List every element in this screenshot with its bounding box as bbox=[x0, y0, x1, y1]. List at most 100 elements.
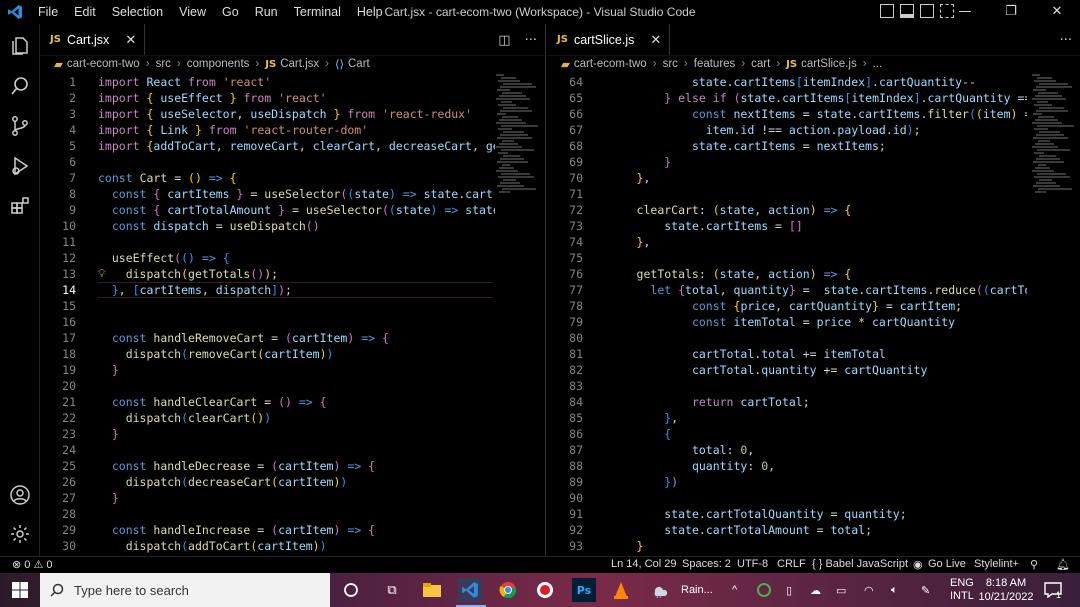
breadcrumb-item[interactable]: cartSlice.js bbox=[801, 58, 857, 70]
close-tab-icon[interactable]: ✕ bbox=[650, 32, 661, 48]
tab-cart-jsx[interactable]: JS Cart.jsx ✕ bbox=[40, 24, 146, 55]
code-line[interactable]: 76 getTotals: (state, action) => { bbox=[547, 266, 1027, 282]
file-explorer-icon[interactable] bbox=[420, 578, 444, 602]
close-window-icon[interactable]: ✕ bbox=[1034, 0, 1080, 24]
menu-help[interactable]: Help bbox=[349, 0, 391, 24]
minimap-left[interactable] bbox=[496, 73, 538, 203]
problems-indicator[interactable]: ⊗ 0 ⚠ 0 bbox=[12, 558, 52, 571]
toggle-sidebar-icon[interactable] bbox=[880, 4, 894, 18]
run-debug-icon[interactable] bbox=[8, 154, 32, 178]
menu-go[interactable]: Go bbox=[214, 0, 247, 24]
breadcrumb-item[interactable]: Cart.jsx bbox=[280, 58, 319, 70]
breadcrumb-item[interactable]: Cart bbox=[348, 58, 370, 70]
code-line[interactable]: 72 clearCart: (state, action) => { bbox=[547, 202, 1027, 218]
code-line[interactable]: 15 bbox=[40, 298, 495, 314]
recorder-icon[interactable] bbox=[533, 578, 557, 602]
code-line[interactable]: 74 }, bbox=[547, 234, 1027, 250]
minimize-icon[interactable]: — bbox=[942, 0, 988, 24]
code-line[interactable]: 10 const dispatch = useDispatch() bbox=[40, 218, 495, 234]
windows-start-icon[interactable] bbox=[0, 573, 40, 607]
action-center-icon[interactable]: 1 bbox=[1044, 573, 1062, 607]
code-line[interactable]: 64 state.cartItems[itemIndex].cartQuanti… bbox=[547, 74, 1027, 90]
show-hidden-icons[interactable]: ^ bbox=[732, 573, 737, 607]
breadcrumb-item[interactable]: features bbox=[694, 58, 736, 70]
breadcrumb-item[interactable]: src bbox=[663, 58, 678, 70]
code-line[interactable]: 86 { bbox=[547, 426, 1027, 442]
code-line[interactable]: 21 const handleClearCart = () => { bbox=[40, 394, 495, 410]
lightbulb-icon[interactable]: 💡︎ bbox=[98, 266, 106, 282]
account-icon[interactable] bbox=[8, 483, 32, 507]
code-line[interactable]: 30 dispatch(addToCart(cartItem)) bbox=[40, 538, 495, 554]
more-actions-icon[interactable]: ··· bbox=[1060, 33, 1072, 48]
code-line[interactable]: 90 bbox=[547, 490, 1027, 506]
menu-view[interactable]: View bbox=[171, 0, 214, 24]
code-editor-left[interactable]: 1 import React from 'react' 2 import { useE… bbox=[40, 73, 545, 556]
settings-gear-icon[interactable] bbox=[8, 522, 32, 546]
code-line[interactable]: 71 bbox=[547, 186, 1027, 202]
restore-icon[interactable]: ❐ bbox=[988, 0, 1034, 24]
explorer-icon[interactable] bbox=[8, 34, 32, 58]
code-line[interactable]: 84 return cartTotal; bbox=[547, 394, 1027, 410]
split-editor-icon[interactable]: ◫ bbox=[498, 33, 510, 48]
code-line[interactable]: 27 } bbox=[40, 490, 495, 506]
menu-run[interactable]: Run bbox=[247, 0, 286, 24]
code-line[interactable]: 28 bbox=[40, 506, 495, 522]
code-line[interactable]: 9 const { cartTotalAmount } = useSelecto… bbox=[40, 202, 495, 218]
code-line[interactable]: 67 item.id !== action.payload.id); bbox=[547, 122, 1027, 138]
tray-app-icon[interactable] bbox=[757, 573, 771, 607]
tab-cartslice-js[interactable]: JS cartSlice.js ✕ bbox=[547, 24, 671, 55]
code-line[interactable]: 6 bbox=[40, 154, 495, 170]
cortana-icon[interactable] bbox=[339, 578, 363, 602]
code-line[interactable]: 75 bbox=[547, 250, 1027, 266]
extensions-icon[interactable] bbox=[8, 194, 32, 218]
network-icon[interactable]: ▭ bbox=[836, 573, 846, 607]
code-line[interactable]: 14 }, [cartItems, dispatch]); bbox=[40, 282, 495, 298]
menu-selection[interactable]: Selection bbox=[104, 0, 171, 24]
go-live-button[interactable]: Go Live bbox=[928, 558, 966, 570]
code-line[interactable]: 25 const handleDecrease = (cartItem) => … bbox=[40, 458, 495, 474]
code-line[interactable]: 93 } bbox=[547, 538, 1027, 554]
clock[interactable]: 8:18 AM 10/21/2022 bbox=[978, 573, 1033, 607]
close-tab-icon[interactable]: ✕ bbox=[125, 32, 136, 48]
breadcrumb-item[interactable]: src bbox=[156, 58, 171, 70]
breadcrumb-item[interactable]: cart-ecom-two bbox=[574, 58, 647, 70]
code-line[interactable]: 7 const Cart = () => { bbox=[40, 170, 495, 186]
code-line[interactable]: 82 cartTotal.quantity += cartQuantity bbox=[547, 362, 1027, 378]
code-line[interactable]: 17 const handleRemoveCart = (cartItem) =… bbox=[40, 330, 495, 346]
code-line[interactable]: 24 bbox=[40, 442, 495, 458]
code-line[interactable]: 80 bbox=[547, 330, 1027, 346]
code-line[interactable]: 20 bbox=[40, 378, 495, 394]
code-line[interactable]: 87 total: 0, bbox=[547, 442, 1027, 458]
code-line[interactable]: 88 quantity: 0, bbox=[547, 458, 1027, 474]
code-line[interactable]: 92 state.cartTotalAmount = total; bbox=[547, 522, 1027, 538]
code-line[interactable]: 78 const {price, cartQuantity} = cartIte… bbox=[547, 298, 1027, 314]
code-editor-right[interactable]: 64 state.cartItems[itemIndex].cartQuanti… bbox=[547, 73, 1080, 556]
menu-terminal[interactable]: Terminal bbox=[286, 0, 349, 24]
feedback-icon[interactable]: ⚲ bbox=[1030, 558, 1038, 571]
encoding[interactable]: UTF-8 bbox=[737, 558, 768, 570]
code-line[interactable]: 26 dispatch(decreaseCart(cartItem)) bbox=[40, 474, 495, 490]
cursor-position[interactable]: Ln 14, Col 29 bbox=[611, 558, 676, 570]
photoshop-icon[interactable]: Ps bbox=[572, 578, 596, 602]
vlc-icon[interactable] bbox=[609, 578, 633, 602]
code-line[interactable]: 91 state.cartTotalQuantity = quantity; bbox=[547, 506, 1027, 522]
onedrive-icon[interactable]: ☁ bbox=[810, 573, 821, 607]
code-line[interactable]: 23 } bbox=[40, 426, 495, 442]
breadcrumb-item[interactable]: cart-ecom-two bbox=[67, 58, 140, 70]
code-line[interactable]: 2 import { useEffect } from 'react' bbox=[40, 90, 495, 106]
code-line[interactable]: 81 cartTotal.total += itemTotal bbox=[547, 346, 1027, 362]
toggle-panel-icon[interactable] bbox=[900, 4, 914, 18]
menu-file[interactable]: File bbox=[30, 0, 66, 24]
taskbar-search-input[interactable]: Type here to search bbox=[40, 573, 330, 607]
code-line[interactable]: 70 }, bbox=[547, 170, 1027, 186]
search-icon[interactable] bbox=[8, 74, 32, 98]
code-line[interactable]: 79 const itemTotal = price * cartQuantit… bbox=[547, 314, 1027, 330]
toggle-secondary-sidebar-icon[interactable] bbox=[920, 4, 934, 18]
code-line[interactable]: 65 } else if (state.cartItems[itemIndex]… bbox=[547, 90, 1027, 106]
code-line[interactable]: 1 import React from 'react' bbox=[40, 74, 495, 90]
code-line[interactable]: 83 bbox=[547, 378, 1027, 394]
line-ending[interactable]: CRLF bbox=[777, 558, 806, 570]
code-line[interactable]: 68 state.cartItems = nextItems; bbox=[547, 138, 1027, 154]
stylelint-status[interactable]: Stylelint+ bbox=[974, 558, 1019, 570]
code-line[interactable]: 13 dispatch(getTotals()); bbox=[40, 266, 495, 282]
